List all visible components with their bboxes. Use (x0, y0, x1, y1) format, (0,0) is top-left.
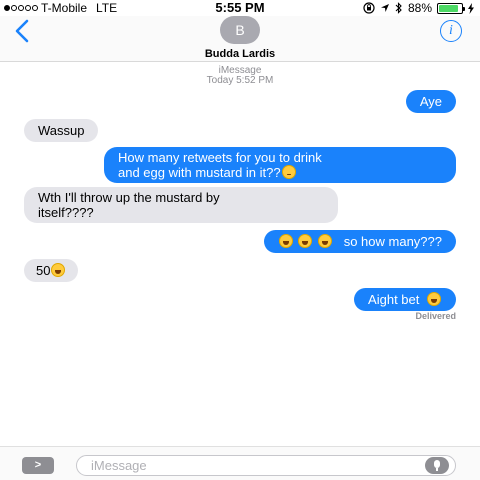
chevron-left-icon[interactable] (12, 18, 34, 44)
message-bubble-incoming[interactable]: Wth I'll throw up the mustard by itself?… (24, 187, 338, 223)
compose-bar: > (0, 446, 480, 480)
screen-lock-icon (363, 2, 375, 14)
microphone-icon[interactable] (425, 457, 449, 474)
contact-avatar[interactable]: B (220, 16, 260, 44)
location-icon (380, 4, 389, 12)
message-text: Aye (419, 94, 442, 109)
status-bar: T-Mobile LTE 5:55 PM 88% (0, 0, 480, 16)
tears-of-joy-icon (318, 234, 333, 248)
bluetooth-icon (395, 2, 402, 14)
contact-name[interactable]: Budda Lardis (0, 48, 480, 60)
thinking-face-icon (281, 165, 296, 179)
delivered-status: Delivered (415, 311, 456, 321)
message-text: Aight bet (368, 292, 420, 307)
battery-icon (437, 2, 465, 14)
message-text-line: itself???? (38, 205, 94, 220)
message-text: so how many??? (343, 234, 442, 249)
message-bubble-incoming[interactable]: Wassup (24, 119, 99, 142)
message-bubble-outgoing[interactable]: Aight bet (354, 288, 456, 311)
message-text: 50 (36, 263, 51, 278)
apps-expand-button[interactable]: > (22, 457, 54, 474)
message-bubble-outgoing[interactable]: so how many??? (263, 230, 456, 253)
thread-meta: iMessage Today 5:52 PM (0, 66, 480, 86)
tears-of-joy-icon (278, 234, 293, 248)
tears-of-joy-icon (427, 292, 441, 306)
tears-of-joy-icon (51, 263, 66, 277)
charging-icon (468, 2, 474, 14)
info-icon[interactable]: i (440, 20, 462, 42)
message-bubble-outgoing[interactable]: Aye (405, 90, 456, 113)
message-text-line: How many retweets for you to drink (118, 150, 322, 165)
message-text-line: and egg with mustard in it?? (118, 165, 281, 180)
status-right: 88% (363, 1, 474, 15)
message-input[interactable] (76, 455, 456, 476)
tears-of-joy-icon (298, 234, 313, 248)
message-bubble-incoming[interactable]: 50 (24, 259, 79, 282)
battery-fill (439, 4, 459, 12)
thread-timestamp: Today 5:52 PM (206, 75, 274, 86)
conversation-header: B Budda Lardis i (0, 16, 480, 62)
battery-percent: 88% (407, 1, 432, 15)
message-text-line: Wth I'll throw up the mustard by (38, 190, 220, 205)
message-bubble-outgoing[interactable]: How many retweets for you to drink and e… (104, 147, 456, 183)
message-text: Wassup (38, 123, 85, 138)
